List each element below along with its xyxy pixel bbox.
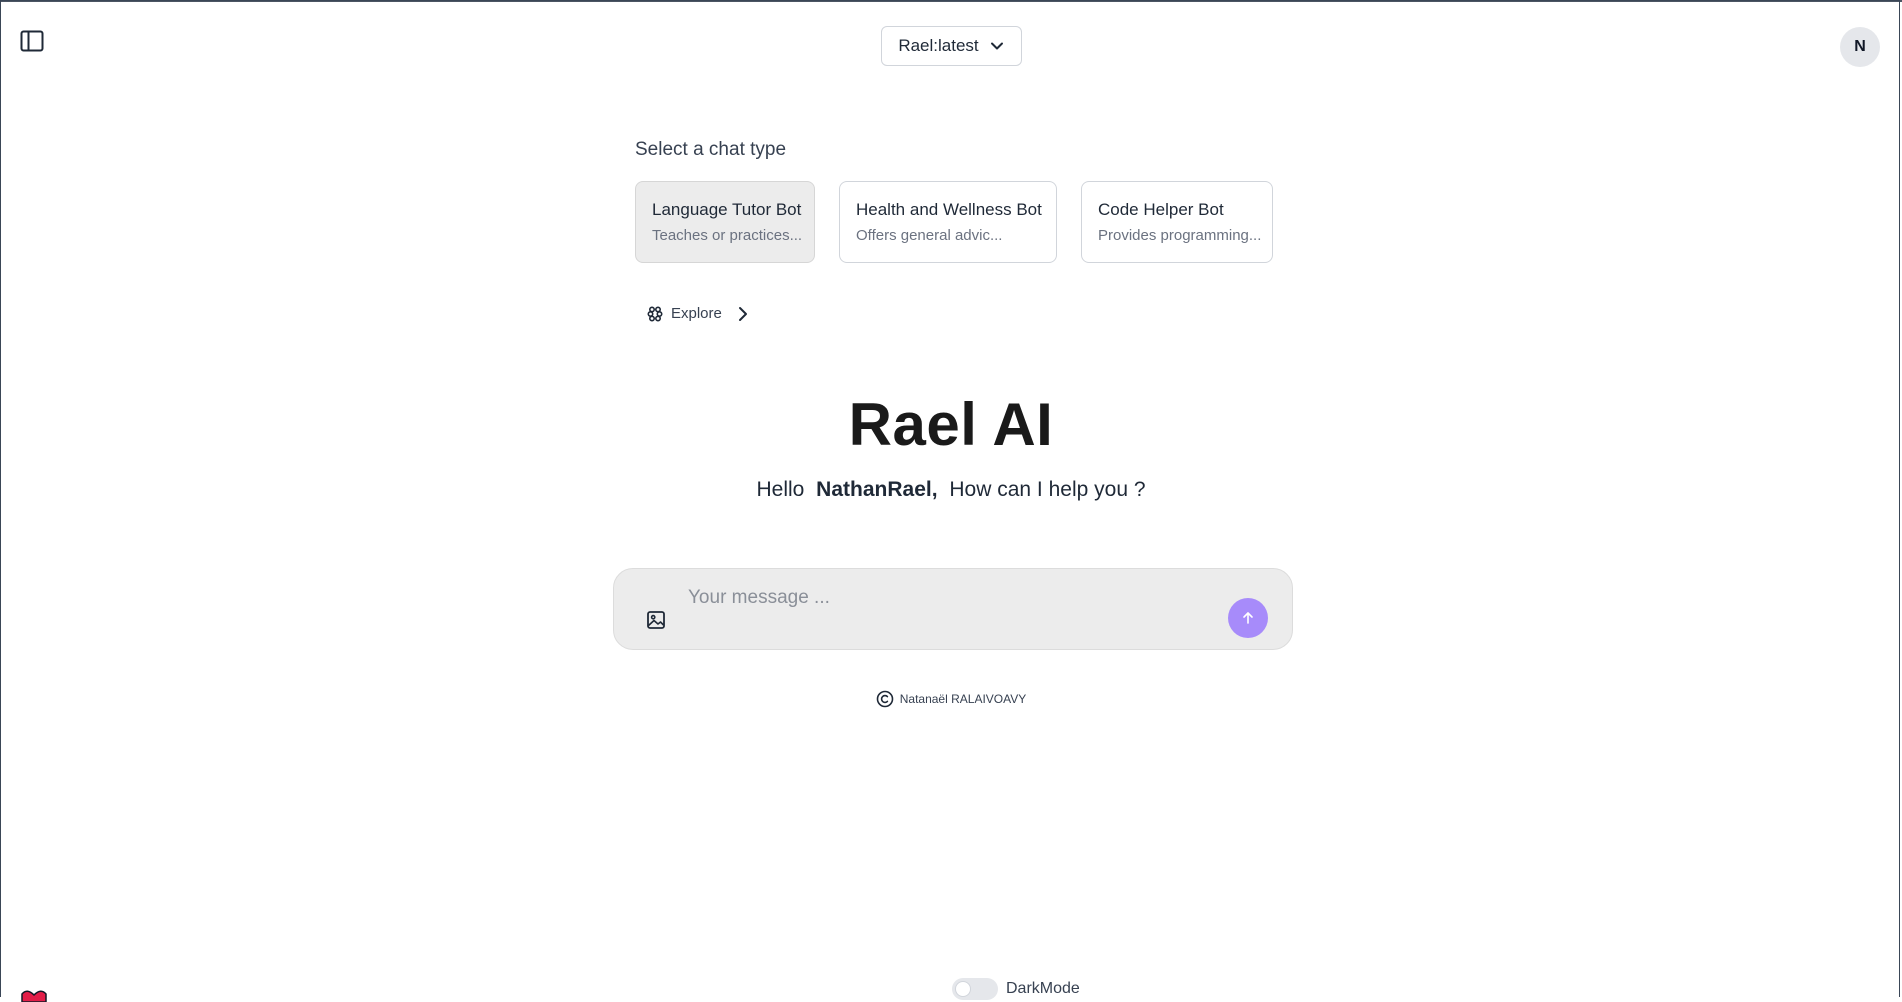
card-description: Provides programming... [1098, 227, 1262, 244]
chevron-down-icon [990, 42, 1003, 50]
chevron-right-icon [738, 306, 747, 321]
message-input[interactable] [686, 583, 1210, 613]
darkmode-label: DarkMode [1006, 980, 1080, 997]
greeting-prefix: Hello [756, 478, 805, 501]
grid-star-icon [647, 305, 663, 322]
arrow-up-icon [1243, 612, 1253, 624]
chat-type-card-code-helper[interactable]: Code Helper Bot Provides programming... [1081, 181, 1273, 263]
chat-type-card-language-tutor[interactable]: Language Tutor Bot Teaches or practices.… [635, 181, 815, 263]
app-title: Rael AI [848, 391, 1054, 458]
card-title: Health and Wellness Bot [856, 200, 1042, 219]
card-description: Offers general advic... [856, 227, 1003, 244]
toggle-knob [955, 981, 971, 997]
model-select[interactable]: Rael:latest [881, 26, 1022, 66]
greeting-suffix: How can I help you ? [949, 478, 1146, 501]
explore-label: Explore [671, 305, 722, 322]
image-icon [647, 611, 665, 629]
sidebar-toggle-button[interactable] [20, 30, 46, 54]
send-button[interactable] [1228, 598, 1268, 638]
sidebar-panel-icon [20, 30, 44, 52]
copyright-name: Natanaël RALAIVOAVY [899, 692, 1027, 706]
copyright-icon [876, 690, 894, 708]
greeting: Hello NathanRael, How can I help you ? [0, 478, 1902, 502]
darkmode-toggle[interactable] [952, 978, 998, 1000]
heart-logo-icon [21, 990, 47, 1002]
avatar-initial: N [1854, 38, 1866, 55]
chat-type-heading: Select a chat type [635, 139, 787, 160]
chat-type-card-health-wellness[interactable]: Health and Wellness Bot Offers general a… [839, 181, 1057, 263]
model-select-value: Rael:latest [898, 36, 979, 55]
explore-link[interactable]: Explore [647, 305, 750, 322]
image-upload-button[interactable] [646, 610, 668, 632]
user-avatar[interactable]: N [1840, 27, 1880, 67]
card-title: Code Helper Bot [1098, 200, 1224, 219]
greeting-user-name: NathanRael, [816, 478, 938, 501]
card-description: Teaches or practices... [652, 227, 803, 244]
copyright: Natanaël RALAIVOAVY [0, 690, 1902, 708]
darkmode-control: DarkMode [952, 978, 1080, 1000]
chat-type-cards: Language Tutor Bot Teaches or practices.… [635, 181, 1273, 263]
card-title: Language Tutor Bot [652, 200, 802, 219]
message-composer [613, 568, 1293, 650]
